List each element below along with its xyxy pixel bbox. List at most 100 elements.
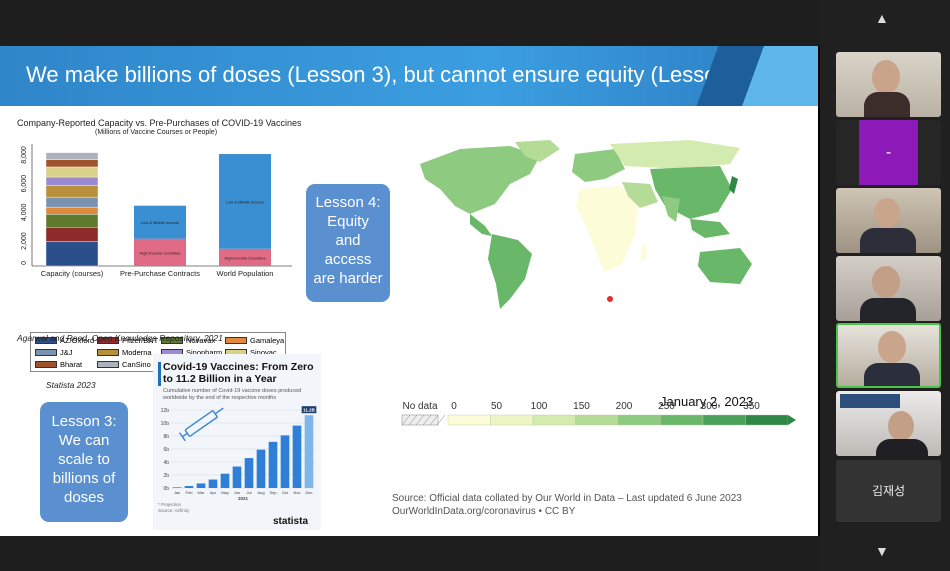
map-marker: [607, 296, 613, 302]
avatar: [860, 228, 916, 253]
legend-tick-label: 0: [451, 401, 457, 412]
category-label: Pre-Purchase Contracts: [120, 269, 200, 278]
x-tick-label: Dec: [305, 490, 312, 495]
statista-logo: statista: [273, 516, 309, 527]
capacity-bar-segment: [45, 214, 99, 228]
legend-tick-label: 50: [491, 401, 503, 412]
statista-title: Covid-19 Vaccines: From Zero to 11.2 Bil…: [163, 361, 314, 385]
x-tick-label: Nov: [293, 490, 300, 495]
participant-video-2[interactable]: -: [836, 120, 941, 185]
banner-decoration: [688, 46, 818, 106]
participant-video-3[interactable]: [836, 188, 941, 253]
legend-arrow-icon: [788, 415, 796, 425]
russia: [610, 140, 740, 169]
avatar: [864, 92, 910, 117]
legend-label: Moderna: [122, 348, 152, 357]
y-tick-label: 12b: [161, 408, 170, 414]
doses-bar: [220, 473, 230, 488]
capacity-bar-segment: [45, 176, 99, 186]
legend-no-data-label: No data: [402, 401, 437, 412]
y-tick-label: 2,000: [21, 232, 28, 250]
participant-video-4[interactable]: [836, 256, 941, 321]
participant-video-1[interactable]: [836, 52, 941, 117]
doses-chart: 0b 2b 4b 6b 8b 10b 12b Jan Feb Mar Apr May Jun Jul Aug…: [161, 406, 317, 501]
high-income-label: High-Income Countries: [225, 255, 266, 260]
map-color-legend: No data 0 50 100 150 200 250 300 350: [401, 401, 796, 426]
statista-footnote: * Projection: [158, 502, 182, 507]
lesson4-line: access: [324, 251, 372, 268]
legend-swatch: [97, 349, 119, 356]
map-source-line1: Source: Official data collated by Our Wo…: [392, 493, 742, 504]
y-tick-label: 4,000: [21, 203, 28, 221]
lesson4-line: Equity: [327, 213, 369, 230]
legend-swatch: [35, 349, 57, 356]
central-america: [470, 214, 492, 236]
madagascar: [640, 244, 647, 260]
legend-color-swatch: [532, 414, 576, 426]
x-tick-label: Jun: [234, 490, 240, 495]
high-income-label: High-Income Countries: [140, 250, 181, 255]
legend-tick-label: 350: [743, 401, 760, 412]
lesson4-box: Lesson 4: Equity and access are harder: [306, 184, 390, 302]
lesson3-line: scale to: [58, 451, 110, 468]
legend-tick-label: 100: [531, 401, 548, 412]
participant-name-tile[interactable]: 김재성: [836, 460, 941, 522]
top-bar: [0, 0, 820, 46]
lesson3-line: doses: [63, 489, 105, 506]
india: [662, 196, 680, 222]
doses-bar: [172, 487, 182, 488]
capacity-chart: 0 2,000 4,000 6,000 8,000 High-Income Countri…: [21, 144, 292, 278]
low-middle-income-label: Low & Middle Income: [226, 199, 265, 204]
avatar: [876, 439, 928, 456]
doses-bar: [268, 441, 278, 488]
bottom-bar: [0, 536, 820, 571]
category-label: World Population: [217, 269, 274, 278]
avatar: [874, 198, 900, 228]
legend-tick-label: 250: [658, 401, 675, 412]
legend-label: Gamaleya: [250, 336, 285, 345]
scroll-up-icon[interactable]: ▲: [875, 10, 889, 26]
doses-bar: [184, 486, 194, 488]
presentation-slide: We make billions of doses (Lesson 3), bu…: [0, 46, 818, 536]
low-middle-income-label: Low & Middle Income: [141, 220, 180, 225]
y-tick-label: 8,000: [21, 146, 28, 164]
avatar: [878, 331, 906, 363]
legend-item: Gamaleya: [225, 336, 284, 345]
y-tick-label: 10b: [161, 421, 170, 427]
legend-swatch: [35, 361, 57, 368]
avatar: [872, 266, 900, 298]
accent-bar: [158, 362, 161, 386]
participant-video-6[interactable]: [836, 391, 941, 456]
avatar: -: [859, 120, 918, 185]
x-tick-label: Aug: [257, 490, 264, 495]
legend-tick-label: 150: [573, 401, 590, 412]
participant-video-5-active[interactable]: [836, 323, 941, 388]
lesson3-line: Lesson 3:: [51, 413, 117, 430]
doses-bar: [208, 479, 218, 488]
lesson3-line: We can: [58, 432, 110, 449]
capacity-chart-subtitle: (Millions of Vaccine Courses or People): [95, 129, 218, 136]
legend-swatch: [225, 337, 247, 344]
capacity-bar-segment: [45, 185, 99, 198]
doses-bar: [256, 449, 266, 488]
x-tick-label: Sep: [269, 490, 277, 495]
lesson4-line: and: [335, 232, 361, 249]
highlight-label: 11.2B: [303, 408, 316, 413]
doses-bar: [292, 425, 302, 488]
statista-infographic: Covid-19 Vaccines: From Zero to 11.2 Bil…: [153, 354, 321, 530]
legend-label: Bharat: [60, 360, 83, 369]
y-tick-label: 2b: [163, 473, 169, 479]
y-tick-label: 6b: [163, 447, 169, 453]
lesson3-line: billions of: [52, 470, 116, 487]
scroll-down-icon[interactable]: ▼: [875, 543, 889, 559]
syringe-icon: [178, 407, 224, 442]
legend-tick-label: 300: [701, 401, 718, 412]
capacity-bar-segment: [45, 241, 99, 267]
southeast-asia: [690, 219, 730, 238]
legend-color-swatch: [745, 414, 789, 426]
category-label: Capacity (courses): [41, 269, 104, 278]
y-tick-label: 4b: [163, 460, 169, 466]
x-tick-label: May: [221, 490, 229, 495]
legend-tick-label: 200: [616, 401, 633, 412]
syringe-needle: [214, 407, 224, 415]
